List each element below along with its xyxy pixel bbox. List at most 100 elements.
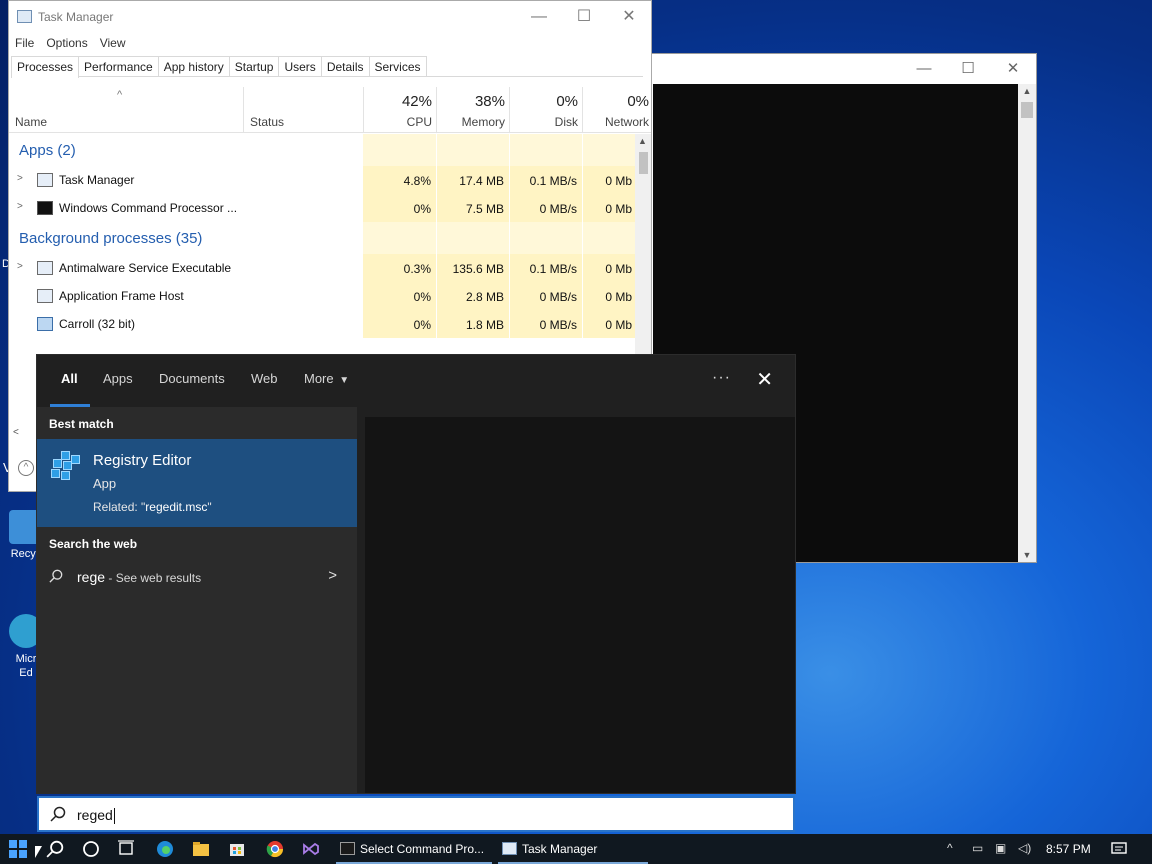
- expand-chevron-icon[interactable]: >: [17, 173, 23, 184]
- search-tab-more[interactable]: More ▼: [304, 371, 349, 386]
- best-match-heading: Best match: [49, 417, 114, 431]
- fewer-details-icon[interactable]: ^: [18, 460, 34, 476]
- taskbar-app-task-manager[interactable]: Task Manager: [498, 834, 648, 864]
- tab-processes[interactable]: Processes: [11, 56, 80, 78]
- column-header-row: ^ Name Status 42% CPU 38% Memory 0% Disk…: [9, 87, 651, 133]
- tab-details[interactable]: Details: [320, 56, 370, 76]
- expand-chevron-icon[interactable]: >: [17, 201, 23, 212]
- process-icon: [37, 289, 53, 303]
- close-button[interactable]: ✕: [993, 58, 1033, 80]
- text-caret: [113, 808, 115, 825]
- caret-down-icon: ▼: [339, 375, 350, 386]
- menu-view[interactable]: View: [100, 36, 126, 50]
- scroll-thumb[interactable]: [1021, 102, 1033, 118]
- tab-app-history[interactable]: App history: [157, 56, 230, 76]
- scroll-thumb[interactable]: [639, 152, 648, 174]
- minimize-button[interactable]: —: [904, 58, 944, 80]
- taskbar-app-cmd[interactable]: Select Command Pro...: [336, 834, 492, 864]
- tablet-icon[interactable]: ▭: [972, 841, 983, 855]
- visual-studio-button[interactable]: [294, 834, 328, 864]
- volume-icon[interactable]: ◁): [1018, 841, 1031, 855]
- expand-chevron-icon[interactable]: >: [17, 261, 23, 272]
- task-view-button[interactable]: [110, 834, 144, 864]
- store-button[interactable]: [220, 834, 254, 864]
- group-header-apps[interactable]: Apps (2): [9, 134, 637, 166]
- taskbar-search-button[interactable]: [38, 834, 74, 864]
- scroll-up-icon[interactable]: ▲: [1018, 86, 1036, 96]
- chrome-button[interactable]: [258, 834, 292, 864]
- search-icon: [49, 569, 63, 583]
- start-button[interactable]: [0, 834, 36, 864]
- scroll-up-icon[interactable]: ▲: [638, 136, 647, 146]
- cell-cpu: 0.3%: [363, 254, 436, 282]
- preview-pane: [357, 407, 795, 793]
- column-name[interactable]: ^ Name: [9, 87, 243, 133]
- cortana-button[interactable]: [74, 834, 108, 864]
- search-icon: [46, 840, 64, 858]
- scroll-down-icon[interactable]: ▼: [1018, 550, 1036, 560]
- cell-network: 0 Mb: [583, 166, 637, 194]
- cell-memory: 7.5 MB: [437, 194, 509, 222]
- table-row[interactable]: > Windows Command Processor ... 0% 7.5 M…: [9, 194, 637, 222]
- process-icon: [37, 261, 53, 275]
- column-network[interactable]: 0% Network: [582, 87, 651, 133]
- cell-cpu: 0%: [363, 194, 436, 222]
- cmd-titlebar[interactable]: — ☐ ✕: [641, 54, 1036, 84]
- search-tab-web[interactable]: Web: [251, 371, 278, 386]
- table-row[interactable]: > Task Manager 4.8% 17.4 MB 0.1 MB/s 0 M…: [9, 166, 637, 194]
- process-list: Apps (2) > Task Manager 4.8% 17.4 MB 0.1…: [9, 134, 637, 338]
- tm-titlebar[interactable]: Task Manager — ☐ ✕: [9, 1, 651, 33]
- web-search-heading: Search the web: [49, 537, 138, 551]
- maximize-button[interactable]: ☐: [562, 6, 606, 28]
- search-filter-tabs: All Apps Documents Web More ▼ ··· ✕: [37, 355, 795, 407]
- web-search-result[interactable]: rege - See web results >: [37, 563, 357, 593]
- cell-network: 0 Mb: [583, 254, 637, 282]
- edge-icon: [157, 841, 173, 857]
- folder-icon: [193, 842, 209, 856]
- table-row[interactable]: > Antimalware Service Executable 0.3% 13…: [9, 254, 637, 282]
- tab-startup[interactable]: Startup: [228, 56, 280, 76]
- minimize-button[interactable]: —: [517, 6, 561, 28]
- table-row[interactable]: Carroll (32 bit) 0% 1.8 MB 0 MB/s 0 Mb: [9, 310, 637, 338]
- best-match-result[interactable]: Registry Editor App Related: "regedit.ms…: [37, 439, 357, 527]
- chrome-icon: [266, 841, 284, 858]
- edge-taskbar-button[interactable]: [148, 834, 182, 864]
- visual-studio-icon: [303, 842, 319, 856]
- chevron-right-icon[interactable]: >: [328, 567, 337, 584]
- search-input[interactable]: reged: [37, 796, 795, 832]
- notifications-icon[interactable]: [1111, 841, 1127, 857]
- table-row[interactable]: Application Frame Host 0% 2.8 MB 0 MB/s …: [9, 282, 637, 310]
- scroll-left-icon[interactable]: <: [13, 427, 19, 438]
- cell-cpu: 0%: [363, 310, 436, 338]
- close-button[interactable]: ✕: [607, 6, 651, 28]
- tab-performance[interactable]: Performance: [78, 56, 159, 76]
- search-tab-documents[interactable]: Documents: [159, 371, 225, 386]
- task-manager-icon: [502, 842, 517, 855]
- cell-disk: 0.1 MB/s: [510, 254, 582, 282]
- column-cpu[interactable]: 42% CPU: [363, 87, 436, 133]
- column-disk[interactable]: 0% Disk: [509, 87, 582, 133]
- cell-disk: 0 MB/s: [510, 310, 582, 338]
- cmd-scrollbar[interactable]: ▲ ▼: [1018, 84, 1036, 562]
- column-status[interactable]: Status: [243, 87, 363, 133]
- menu-options[interactable]: Options: [46, 36, 87, 50]
- tab-users[interactable]: Users: [278, 56, 322, 76]
- cell-disk: 0.1 MB/s: [510, 166, 582, 194]
- clock[interactable]: 8:57 PM: [1046, 842, 1091, 856]
- tab-services[interactable]: Services: [368, 56, 427, 76]
- search-tab-apps[interactable]: Apps: [103, 371, 133, 386]
- maximize-button[interactable]: ☐: [948, 58, 988, 80]
- search-tab-all[interactable]: All: [61, 371, 78, 386]
- more-options-icon[interactable]: ···: [712, 369, 731, 387]
- column-memory[interactable]: 38% Memory: [436, 87, 509, 133]
- group-header-background[interactable]: Background processes (35): [9, 222, 637, 254]
- result-title: Registry Editor: [93, 452, 192, 469]
- file-explorer-button[interactable]: [184, 834, 218, 864]
- cell-memory: 135.6 MB: [437, 254, 509, 282]
- close-icon[interactable]: ✕: [756, 367, 773, 392]
- windows-logo-icon: [9, 840, 27, 858]
- network-icon[interactable]: ▣: [995, 841, 1006, 855]
- menu-file[interactable]: File: [15, 36, 34, 50]
- chevron-up-icon[interactable]: ^: [947, 841, 953, 855]
- cell-disk: 0 MB/s: [510, 194, 582, 222]
